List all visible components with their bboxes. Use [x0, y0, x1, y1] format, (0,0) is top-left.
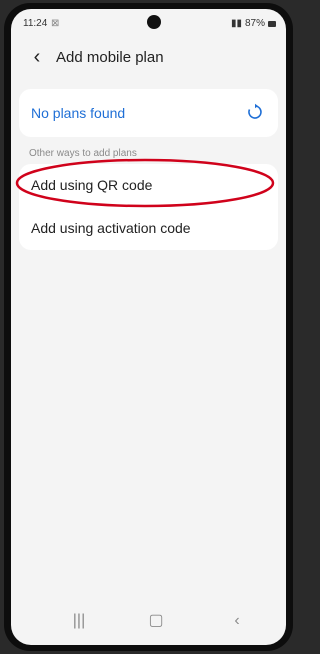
section-label: Other ways to add plans [29, 148, 137, 159]
navigation-bar: ||| ▢ ‹ [11, 597, 286, 645]
status-notification-icon: ⊠ [51, 18, 60, 29]
battery-percent: 87% [244, 18, 265, 29]
status-indicators: ▮▮ 87% [231, 18, 276, 29]
add-activation-code-item[interactable]: Add using activation code [19, 207, 278, 250]
status-bar: 11:24 ⊠ ▮▮ 87% [11, 9, 286, 35]
signal-icon: ▮▮ [230, 18, 242, 29]
top-bar: ‹ Add mobile plan [11, 39, 286, 75]
plans-card: No plans found [19, 89, 278, 137]
front-camera [147, 15, 161, 29]
battery-icon [268, 20, 276, 27]
refresh-icon[interactable] [246, 103, 264, 121]
status-time: 11:24 [23, 18, 48, 29]
add-activation-code-label: Add using activation code [31, 220, 191, 236]
phone-frame: 11:24 ⊠ ▮▮ 87% ‹ Add mobile plan No plan… [4, 3, 293, 651]
no-plans-text: No plans found [31, 105, 126, 121]
recent-apps-icon[interactable]: ||| [67, 611, 91, 631]
other-ways-card: Add using QR code Add using activation c… [19, 164, 278, 250]
back-icon[interactable]: ‹ [27, 45, 47, 69]
screen: 11:24 ⊠ ▮▮ 87% ‹ Add mobile plan No plan… [11, 9, 286, 645]
add-qr-code-label: Add using QR code [31, 177, 153, 193]
page-title: Add mobile plan [56, 49, 164, 66]
nav-back-icon[interactable]: ‹ [225, 611, 249, 631]
home-icon[interactable]: ▢ [144, 611, 168, 631]
add-qr-code-item[interactable]: Add using QR code [19, 164, 278, 207]
